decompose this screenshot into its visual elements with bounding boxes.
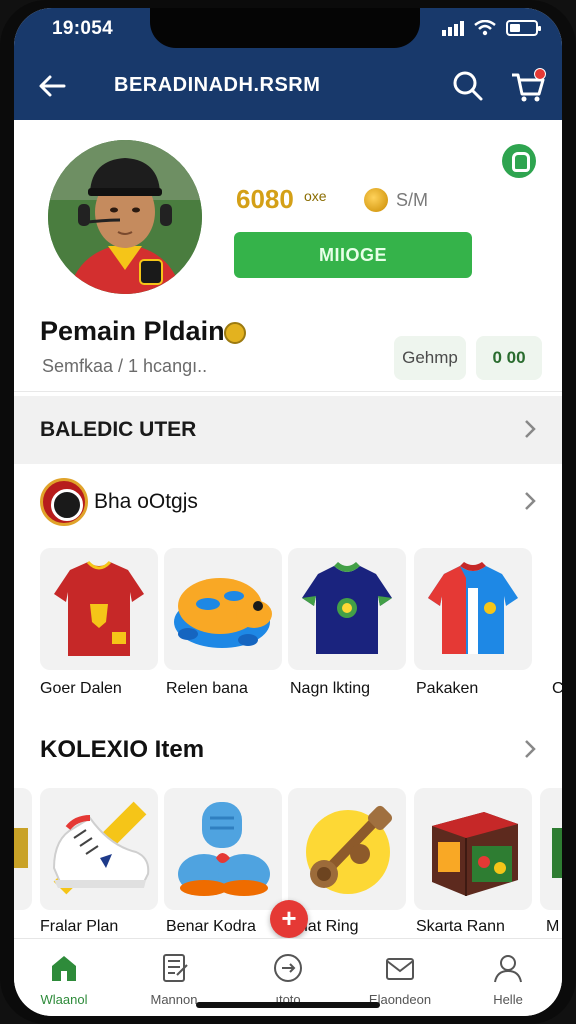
product-label: Pakaken <box>416 680 479 697</box>
verified-icon <box>502 144 536 178</box>
app-header: 19:054 BERADINADH.RSRM <box>14 8 562 120</box>
token-label: S/M <box>396 190 429 210</box>
toy-frog-icon <box>174 578 272 648</box>
chevron-right-icon <box>522 418 538 446</box>
product-label-partial: M <box>546 918 560 935</box>
player-name: Pemain Pldain <box>40 316 225 346</box>
product-label: Skarta Rann <box>416 918 505 935</box>
camera-notch <box>150 8 420 48</box>
product-label: Goer Dalen <box>40 680 122 697</box>
nav-label: Wlaanol <box>40 992 88 1007</box>
sneaker-icon <box>52 801 150 895</box>
chevron-right-icon <box>522 490 538 518</box>
product-card[interactable] <box>40 788 158 910</box>
token-icon <box>364 188 388 212</box>
player-photo <box>48 140 202 294</box>
section-1-title: BALEDIC UTER <box>40 418 197 441</box>
message-button[interactable]: MIIOGE <box>234 232 472 278</box>
box-icon <box>432 812 518 896</box>
product-card-partial[interactable] <box>540 788 562 910</box>
phone-frame: 19:054 BERADINADH.RSRM 6080 oxe S/M MIIO… <box>0 0 576 1024</box>
nav-item-profile[interactable]: Helle <box>460 951 556 1007</box>
status-icons <box>442 20 541 36</box>
search-icon <box>453 71 483 101</box>
product-label: Fralar Plan <box>40 918 119 935</box>
home-indicator <box>196 1002 380 1008</box>
red-jersey-icon <box>54 560 144 656</box>
wifi-icon <box>474 20 496 36</box>
product-label-partial: C <box>552 680 562 697</box>
nav-label: Helle <box>493 992 523 1007</box>
nav-item-home[interactable]: Wlaanol <box>16 951 112 1007</box>
page-title: BERADINADH.RSRM <box>114 74 321 96</box>
section-3-title: KOLEXIO Item <box>40 736 205 763</box>
product-label: Nagn lkting <box>290 680 371 697</box>
app-screen: 19:054 BERADINADH.RSRM 6080 oxe S/M MIIO… <box>14 8 562 1016</box>
stat-chip-a[interactable]: Gehmp <box>394 336 466 380</box>
search-button[interactable] <box>450 68 486 104</box>
nav-item-explore[interactable]: ıtoto <box>240 951 336 1007</box>
signal-icon <box>442 21 464 36</box>
section-row-1[interactable]: BALEDIC UTER <box>14 396 562 464</box>
product-card[interactable] <box>164 548 282 670</box>
trumpet-icon <box>306 805 393 894</box>
product-card[interactable] <box>288 788 406 910</box>
notebook-icon <box>163 954 188 982</box>
rank-badge-icon <box>224 322 246 344</box>
home-icon <box>52 956 76 981</box>
cart-button[interactable] <box>508 66 548 106</box>
back-button[interactable] <box>34 68 70 104</box>
partial-item-icon <box>552 828 562 878</box>
nav-item-inbox[interactable]: Elaondeon <box>352 951 448 1007</box>
avatar[interactable] <box>48 140 202 294</box>
player-subtitle: Semfkaa / 1 hcangı.. <box>42 356 208 376</box>
section-2-title: Bha oOtgjs <box>94 490 198 513</box>
team-logo-icon <box>40 478 88 526</box>
product-label: Benar Kodra <box>166 918 256 935</box>
partial-item-icon <box>14 828 28 868</box>
nav-item-notebook[interactable]: Mannon <box>126 951 222 1007</box>
cart-badge <box>534 68 546 80</box>
battery-icon <box>506 20 541 36</box>
green-jersey-icon <box>302 562 392 654</box>
stat-chip-b[interactable]: 0 00 <box>476 336 542 380</box>
product-card-partial[interactable] <box>14 788 32 910</box>
product-card[interactable] <box>40 548 158 670</box>
product-card[interactable] <box>288 548 406 670</box>
status-time: 19:054 <box>52 18 113 39</box>
product-card[interactable] <box>414 788 532 910</box>
plush-icon <box>178 802 270 896</box>
person-icon <box>494 955 522 983</box>
inbox-icon <box>386 958 414 980</box>
product-card[interactable] <box>414 548 532 670</box>
compass-icon <box>274 954 302 982</box>
add-button[interactable]: + <box>270 900 308 938</box>
coin-balance: 6080 <box>236 184 294 214</box>
chevron-right-icon[interactable] <box>522 738 538 766</box>
section-row-2[interactable]: Bha oOtgjs <box>14 468 562 536</box>
blue-red-jersey-icon <box>428 562 518 654</box>
coin-unit: oxe <box>304 188 327 204</box>
product-label: Relen bana <box>166 680 248 697</box>
profile-card: 6080 oxe S/M MIIOGE Pemain Pldain Semfka… <box>14 120 562 392</box>
arrow-left-icon <box>39 75 66 97</box>
product-card[interactable] <box>164 788 282 910</box>
